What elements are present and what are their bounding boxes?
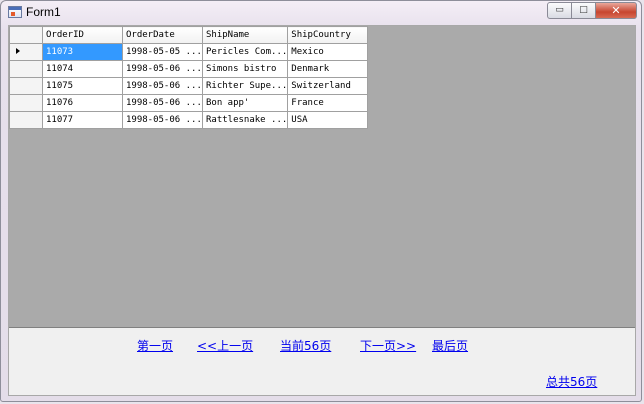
cell-shipname[interactable]: Bon app' xyxy=(201,94,289,112)
cell-shipcountry[interactable]: USA xyxy=(287,111,369,129)
cell-shipname[interactable]: Simons bistro xyxy=(201,60,289,78)
orders-table: OrderID OrderDate ShipName ShipCountry 1… xyxy=(9,26,369,129)
cell-orderdate[interactable]: 1998-05-06 ... xyxy=(122,111,203,129)
cell-shipname[interactable]: Rattlesnake ... xyxy=(201,111,289,129)
corner-header-cell[interactable] xyxy=(9,26,43,44)
cell-orderid[interactable]: 11076 xyxy=(42,94,123,112)
header-row: OrderID OrderDate ShipName ShipCountry xyxy=(9,26,369,44)
next-page-link[interactable]: 下一页>> xyxy=(360,337,416,354)
first-page-link[interactable]: 第一页 xyxy=(137,337,173,354)
cell-orderdate[interactable]: 1998-05-06 ... xyxy=(122,60,203,78)
form1-window: Form1 ▭ □ ✕ OrderID OrderDate ShipName S… xyxy=(0,0,642,402)
app-icon xyxy=(8,6,22,18)
cell-orderid[interactable]: 11077 xyxy=(42,111,123,129)
cell-orderid[interactable]: 11073 xyxy=(42,43,123,61)
orders-datagridview[interactable]: OrderID OrderDate ShipName ShipCountry 1… xyxy=(9,26,635,328)
cell-shipcountry[interactable]: France xyxy=(287,94,369,112)
previous-page-link[interactable]: <<上一页 xyxy=(197,337,253,354)
table-row[interactable]: 11076 1998-05-06 ... Bon app' France xyxy=(9,94,369,112)
total-pages-link[interactable]: 总共56页 xyxy=(546,373,597,390)
close-button[interactable]: ✕ xyxy=(595,2,637,19)
cell-orderid[interactable]: 11074 xyxy=(42,60,123,78)
caption-buttons: ▭ □ ✕ xyxy=(547,2,637,19)
row-header[interactable] xyxy=(9,60,43,78)
pager-bar: 第一页 <<上一页 当前56页 下一页>> 最后页 总共56页 xyxy=(9,327,635,395)
column-header-shipcountry[interactable]: ShipCountry xyxy=(287,26,369,44)
column-header-orderid[interactable]: OrderID xyxy=(42,26,123,44)
row-header[interactable] xyxy=(9,43,43,61)
cell-shipcountry[interactable]: Switzerland xyxy=(287,77,369,95)
cell-orderid[interactable]: 11075 xyxy=(42,77,123,95)
cell-orderdate[interactable]: 1998-05-06 ... xyxy=(122,94,203,112)
cell-shipcountry[interactable]: Denmark xyxy=(287,60,369,78)
cell-shipname[interactable]: Richter Supe... xyxy=(201,77,289,95)
cell-shipname[interactable]: Pericles Com... xyxy=(201,43,289,61)
current-page-link[interactable]: 当前56页 xyxy=(280,337,331,354)
row-header[interactable] xyxy=(9,111,43,129)
row-header[interactable] xyxy=(9,94,43,112)
table-row[interactable]: 11075 1998-05-06 ... Richter Supe... Swi… xyxy=(9,77,369,95)
current-row-arrow-icon xyxy=(16,48,20,54)
cell-orderdate[interactable]: 1998-05-06 ... xyxy=(122,77,203,95)
column-header-shipname[interactable]: ShipName xyxy=(201,26,289,44)
table-row[interactable]: 11077 1998-05-06 ... Rattlesnake ... USA xyxy=(9,111,369,129)
form-client-area: OrderID OrderDate ShipName ShipCountry 1… xyxy=(8,25,636,396)
column-header-orderdate[interactable]: OrderDate xyxy=(122,26,203,44)
table-row[interactable]: 11073 1998-05-05 ... Pericles Com... Mex… xyxy=(9,43,369,61)
window-title: Form1 xyxy=(26,5,61,19)
minimize-button[interactable]: ▭ xyxy=(547,2,572,19)
table-row[interactable]: 11074 1998-05-06 ... Simons bistro Denma… xyxy=(9,60,369,78)
maximize-button[interactable]: □ xyxy=(571,2,596,19)
row-header[interactable] xyxy=(9,77,43,95)
cell-shipcountry[interactable]: Mexico xyxy=(287,43,369,61)
cell-orderdate[interactable]: 1998-05-05 ... xyxy=(122,43,203,61)
last-page-link[interactable]: 最后页 xyxy=(432,337,468,354)
